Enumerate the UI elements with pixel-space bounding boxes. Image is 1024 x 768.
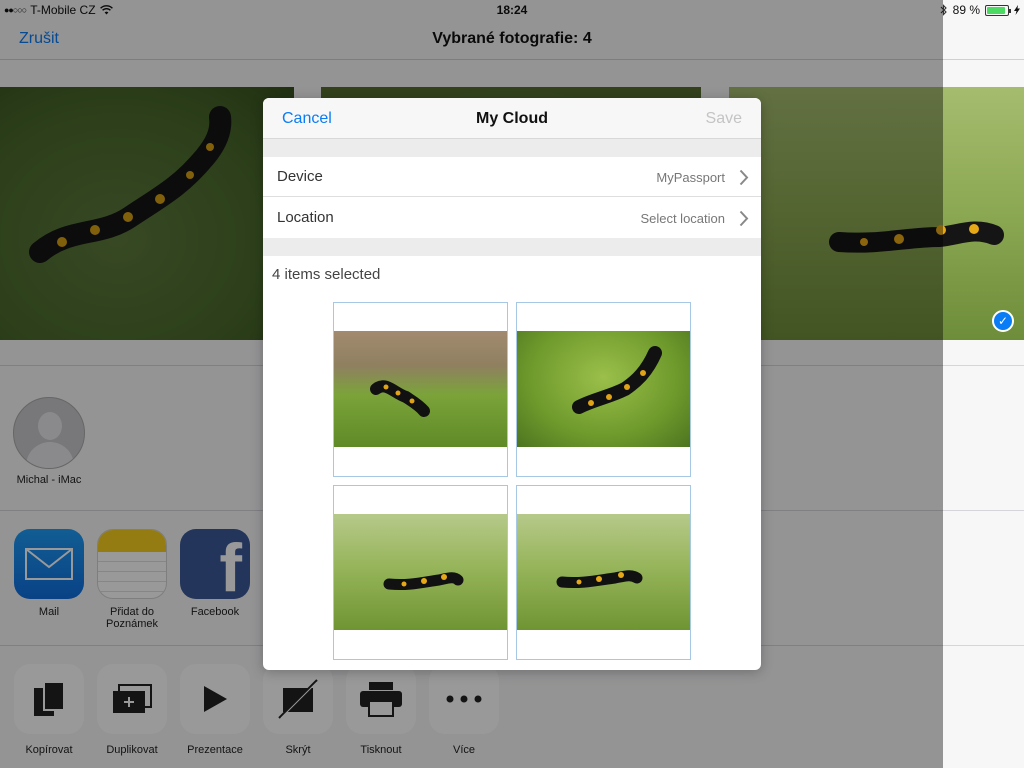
dialog-save-button[interactable]: Save [706, 110, 742, 128]
status-right: 89 % [940, 3, 1020, 17]
device-value: MyPassport [656, 170, 725, 185]
thumbnail[interactable] [333, 302, 508, 477]
salamander-photo [517, 514, 690, 630]
thumbnail[interactable] [516, 485, 691, 660]
salamander-photo [334, 514, 507, 630]
location-row[interactable]: Location Select location [263, 198, 761, 238]
charging-icon [1014, 5, 1020, 15]
device-label: Device [277, 168, 323, 185]
thumbnail-grid [333, 302, 691, 660]
section-gap [263, 238, 761, 256]
my-cloud-dialog: Cancel My Cloud Save Device MyPassport L… [263, 98, 761, 670]
device-row[interactable]: Device MyPassport [263, 157, 761, 197]
thumbnail[interactable] [516, 302, 691, 477]
dialog-header: Cancel My Cloud Save [263, 98, 761, 139]
thumbnail[interactable] [333, 485, 508, 660]
location-label: Location [277, 209, 334, 226]
salamander-photo [517, 331, 690, 447]
dialog-title: My Cloud [476, 110, 548, 127]
section-gap [263, 139, 761, 157]
chevron-right-icon [739, 210, 749, 227]
chevron-right-icon [739, 169, 749, 186]
location-value: Select location [640, 211, 725, 226]
selected-check-icon: ✓ [992, 310, 1014, 332]
salamander-photo [334, 331, 507, 447]
selection-count: 4 items selected [272, 266, 381, 283]
battery-icon [985, 4, 1011, 16]
battery-percent: 89 % [952, 3, 980, 17]
